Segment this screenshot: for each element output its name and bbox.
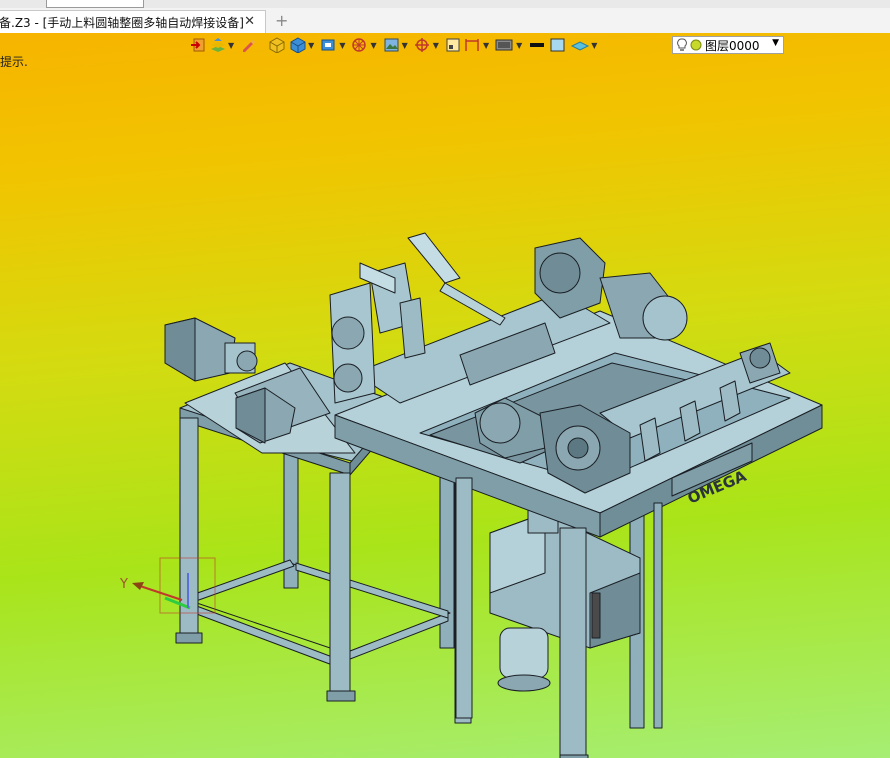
document-tab[interactable]: 备.Z3 - [手动上料圆轴整圈多轴自动焊接设备] ✕ xyxy=(0,10,266,33)
command-combo[interactable] xyxy=(46,0,144,8)
close-tab-icon[interactable]: ✕ xyxy=(244,14,255,29)
3d-viewport[interactable]: 提示. ▼ ▼ ▼ ▼ ▼ ▼ ▼ ▼ ▼ 图层0000 ▼ OMEGA Y xyxy=(0,33,890,758)
document-tab-bar: 备.Z3 - [手动上料圆轴整圈多轴自动焊接设备] ✕ + xyxy=(0,8,890,34)
document-tab-title: 备.Z3 - [手动上料圆轴整圈多轴自动焊接设备] xyxy=(0,15,244,30)
welding-machine-model: OMEGA Y xyxy=(119,232,823,758)
y-axis-label: Y xyxy=(119,577,128,592)
right-table-leg-front xyxy=(559,527,587,758)
left-table-leg-front-right xyxy=(329,472,351,699)
new-tab-button[interactable]: + xyxy=(275,11,288,30)
welding-torch xyxy=(407,232,461,284)
